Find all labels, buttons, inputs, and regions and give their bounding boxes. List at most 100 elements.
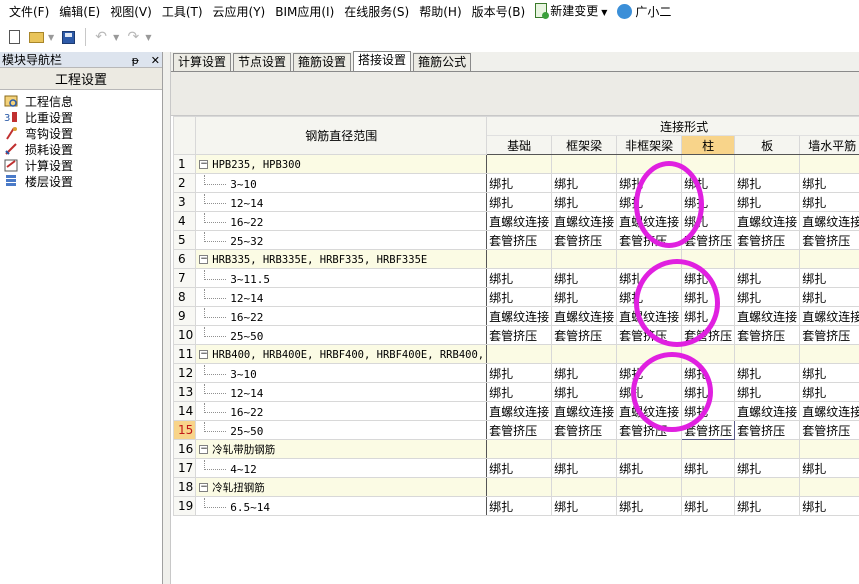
table-row[interactable]: 812~14绑扎绑扎绑扎绑扎绑扎绑扎绑	[173, 287, 859, 307]
connection-cell[interactable]: 绑扎	[616, 287, 683, 307]
connection-cell[interactable]: 套管挤压	[616, 230, 683, 250]
row-number[interactable]: 3	[173, 192, 197, 212]
connection-cell[interactable]	[616, 477, 683, 497]
connection-cell[interactable]	[486, 344, 553, 364]
connection-cell[interactable]: 绑扎	[486, 287, 553, 307]
nav-item-density[interactable]: 3 比重设置	[4, 109, 158, 125]
row-number[interactable]: 2	[173, 173, 197, 193]
row-number[interactable]: 1	[173, 154, 197, 174]
connection-cell[interactable]: 直螺纹连接	[551, 306, 618, 326]
row-number[interactable]: 7	[173, 268, 197, 288]
table-row[interactable]: 525~32套管挤压套管挤压套管挤压套管挤压套管挤压套管挤压套	[173, 230, 859, 250]
table-row[interactable]: 73~11.5绑扎绑扎绑扎绑扎绑扎绑扎绑	[173, 268, 859, 288]
menu-cloud[interactable]: 云应用(Y)	[208, 0, 271, 24]
connection-cell[interactable]: 绑扎	[486, 496, 553, 516]
connection-cell[interactable]	[486, 439, 553, 459]
connection-cell[interactable]: 套管挤压	[486, 230, 553, 250]
connection-cell[interactable]	[734, 154, 801, 174]
connection-cell[interactable]	[681, 154, 736, 174]
connection-cell[interactable]: 绑扎	[616, 363, 683, 383]
connection-cell[interactable]: 绑扎	[734, 458, 801, 478]
connection-cell[interactable]: 直螺纹连接	[486, 211, 553, 231]
connection-cell[interactable]: 绑扎	[799, 268, 859, 288]
connection-cell[interactable]: 套管挤压	[734, 420, 801, 440]
menu-edit[interactable]: 编辑(E)	[54, 0, 105, 24]
row-number[interactable]: 17	[173, 458, 197, 478]
column-header[interactable]: 基础	[486, 135, 553, 155]
collapse-icon[interactable]: −	[199, 444, 209, 454]
row-number[interactable]: 11	[173, 344, 197, 364]
connection-cell[interactable]: 绑扎	[486, 192, 553, 212]
group-row[interactable]: 11− HRB400, HRB400E, HRBF400, HRBF400E, R…	[173, 344, 859, 364]
range-cell[interactable]: 3~10	[195, 363, 488, 383]
connection-cell[interactable]: 绑扎	[551, 363, 618, 383]
panel-splitter[interactable]	[163, 52, 171, 584]
connection-cell[interactable]: 绑扎	[681, 382, 736, 402]
connection-cell[interactable]	[681, 439, 736, 459]
tab-1[interactable]: 节点设置	[233, 53, 292, 71]
connection-cell[interactable]: 绑扎	[551, 458, 618, 478]
connection-cell[interactable]	[486, 154, 553, 174]
connection-cell[interactable]: 绑扎	[486, 382, 553, 402]
column-header[interactable]: 非框架梁	[616, 135, 683, 155]
connection-cell[interactable]: 绑扎	[681, 458, 736, 478]
connection-cell[interactable]: 套管挤压	[681, 420, 736, 440]
table-row[interactable]: 416~22直螺纹连接直螺纹连接直螺纹连接绑扎直螺纹连接直螺纹连接电	[173, 211, 859, 231]
connection-cell[interactable]: 绑扎	[799, 382, 859, 402]
connection-cell[interactable]: 绑扎	[486, 173, 553, 193]
range-cell[interactable]: 3~10	[195, 173, 488, 193]
open-button[interactable]	[26, 27, 46, 47]
row-number[interactable]: 18	[173, 477, 197, 497]
table-row[interactable]: 1525~50套管挤压套管挤压套管挤压套管挤压套管挤压套管挤压套	[173, 420, 859, 440]
pin-icon[interactable]: ᵽ	[132, 54, 139, 67]
connection-cell[interactable]: 绑扎	[486, 363, 553, 383]
nav-item-project-info[interactable]: 工程信息	[4, 93, 158, 109]
range-cell[interactable]: 12~14	[195, 382, 488, 402]
connection-cell[interactable]: 绑扎	[551, 268, 618, 288]
connection-cell[interactable]: 绑扎	[616, 382, 683, 402]
tab-2[interactable]: 箍筋设置	[293, 53, 352, 71]
connection-cell[interactable]: 直螺纹连接	[616, 306, 683, 326]
connection-cell[interactable]: 绑扎	[681, 192, 736, 212]
save-button[interactable]	[58, 27, 78, 47]
column-header[interactable]: 框架梁	[551, 135, 618, 155]
connection-cell[interactable]	[734, 249, 801, 269]
row-number[interactable]: 9	[173, 306, 197, 326]
connection-cell[interactable]: 套管挤压	[799, 325, 859, 345]
connection-cell[interactable]: 套管挤压	[551, 420, 618, 440]
connection-cell[interactable]: 直螺纹连接	[486, 401, 553, 421]
tab-3[interactable]: 搭接设置	[353, 51, 412, 71]
connection-cell[interactable]	[551, 249, 618, 269]
connection-cell[interactable]	[734, 344, 801, 364]
nav-item-loss[interactable]: 损耗设置	[4, 141, 158, 157]
group-row[interactable]: 16− 冷轧带肋钢筋	[173, 439, 859, 459]
range-cell[interactable]: 25~50	[195, 420, 488, 440]
group-row[interactable]: 6− HRB335, HRB335E, HRBF335, HRBF335E	[173, 249, 859, 269]
table-row[interactable]: 1312~14绑扎绑扎绑扎绑扎绑扎绑扎绑	[173, 382, 859, 402]
undo-dropdown-icon[interactable]: ▼	[113, 33, 119, 42]
connection-cell[interactable]: 直螺纹连接	[616, 401, 683, 421]
connection-cell[interactable]	[799, 154, 859, 174]
row-number[interactable]: 15	[173, 420, 197, 440]
connection-cell[interactable]	[551, 344, 618, 364]
connection-cell[interactable]: 绑扎	[681, 287, 736, 307]
connection-cell[interactable]: 套管挤压	[486, 420, 553, 440]
row-number[interactable]: 10	[173, 325, 197, 345]
row-number[interactable]: 16	[173, 439, 197, 459]
group-name-cell[interactable]: − 冷轧带肋钢筋	[195, 439, 488, 459]
connection-cell[interactable]: 绑扎	[551, 382, 618, 402]
new-change-menu[interactable]: 新建变更 ▼	[530, 0, 612, 25]
row-number[interactable]: 6	[173, 249, 197, 269]
group-name-cell[interactable]: − HRB335, HRB335E, HRBF335, HRBF335E	[195, 249, 488, 269]
menu-version[interactable]: 版本号(B)	[467, 0, 531, 24]
table-row[interactable]: 196.5~14绑扎绑扎绑扎绑扎绑扎绑扎绑	[173, 496, 859, 516]
connection-cell[interactable]: 绑扎	[551, 496, 618, 516]
row-number[interactable]: 13	[173, 382, 197, 402]
group-name-cell[interactable]: − HRB400, HRB400E, HRBF400, HRBF400E, RRB…	[195, 344, 488, 364]
group-name-cell[interactable]: − HPB235, HPB300	[195, 154, 488, 174]
connection-cell[interactable]: 套管挤压	[551, 230, 618, 250]
connection-cell[interactable]	[551, 439, 618, 459]
menu-help[interactable]: 帮助(H)	[414, 0, 466, 24]
table-row[interactable]: 23~10绑扎绑扎绑扎绑扎绑扎绑扎绑	[173, 173, 859, 193]
new-file-button[interactable]	[4, 27, 24, 47]
